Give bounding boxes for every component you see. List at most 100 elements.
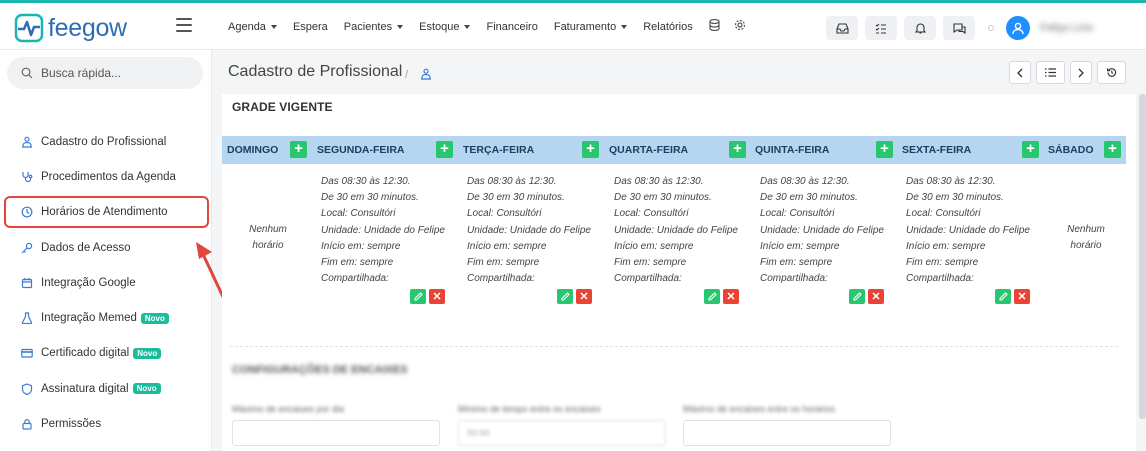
menu-espera[interactable]: Espera	[293, 21, 328, 33]
sidebar-item-google[interactable]: Integração Google	[0, 265, 212, 300]
schedule-grid: DOMINGO + SEGUNDA-FEIRA + TERÇA-FEIRA + …	[222, 136, 1126, 304]
max-encaixes-input[interactable]	[232, 420, 440, 446]
user-network-icon[interactable]	[420, 67, 432, 85]
scrollbar[interactable]	[1139, 94, 1146, 419]
status-dot-icon	[988, 25, 994, 31]
schedule-sexta: Das 08:30 às 12:30. De 30 em 30 minutos.…	[906, 176, 1030, 285]
edit-button[interactable]	[704, 289, 720, 304]
config-section-title: CONFIGURAÇÕES DE ENCAIXES	[232, 364, 408, 376]
actions-segunda: ✕	[410, 289, 448, 304]
delete-button[interactable]: ✕	[1014, 289, 1030, 304]
list-icon	[1045, 68, 1056, 77]
header-actions	[1009, 61, 1131, 84]
add-sabado-button[interactable]: +	[1104, 141, 1121, 158]
menu-agenda[interactable]: Agenda	[228, 21, 277, 33]
gear-icon[interactable]	[734, 19, 746, 34]
user-network-icon	[21, 136, 33, 148]
add-sexta-button[interactable]: +	[1022, 141, 1039, 158]
caret-down-icon	[270, 24, 277, 29]
menu-toggle-icon[interactable]	[176, 18, 192, 32]
delete-button[interactable]: ✕	[723, 289, 739, 304]
list-button[interactable]	[1036, 61, 1065, 84]
checklist-icon	[875, 23, 886, 34]
sidebar-item-memed[interactable]: Integração Memed Novo	[0, 300, 212, 335]
edit-button[interactable]	[410, 289, 426, 304]
schedule-quarta: Das 08:30 às 12:30. De 30 em 30 minutos.…	[614, 176, 738, 285]
chevron-right-icon	[1078, 68, 1084, 77]
user-name[interactable]: Feliyo Lino	[1040, 22, 1093, 34]
add-terca-button[interactable]: +	[582, 141, 599, 158]
inbox-button[interactable]	[826, 16, 858, 40]
add-quarta-button[interactable]: +	[729, 141, 746, 158]
sidebar-item-procedimentos[interactable]: Procedimentos da Agenda	[0, 159, 212, 194]
edit-icon	[413, 292, 423, 301]
sidebar-item-cadastro[interactable]: Cadastro do Profissional	[0, 124, 212, 159]
sidebar-item-assinatura[interactable]: Assinatura digital Novo	[0, 371, 212, 406]
new-badge: Novo	[133, 347, 162, 359]
calendar-icon	[21, 277, 33, 289]
previous-button[interactable]	[1009, 61, 1031, 84]
main-menu: Agenda Espera Pacientes Estoque Financei…	[228, 3, 760, 50]
delete-button[interactable]: ✕	[576, 289, 592, 304]
logo-text: feegow	[48, 13, 127, 42]
chat-button[interactable]	[943, 16, 975, 40]
actions-sexta: ✕	[995, 289, 1033, 304]
sidebar-item-dados-acesso[interactable]: Dados de Acesso	[0, 230, 212, 265]
menu-pacientes[interactable]: Pacientes	[344, 21, 404, 33]
menu-financeiro[interactable]: Financeiro	[486, 21, 537, 33]
edit-button[interactable]	[557, 289, 573, 304]
schedule-card: GRADE VIGENTE DOMINGO + SEGUNDA-FEIRA + …	[222, 94, 1136, 451]
sidebar-item-permissoes[interactable]: Permissões	[0, 406, 212, 441]
day-header-quarta: QUARTA-FEIRA	[609, 144, 689, 156]
add-quinta-button[interactable]: +	[876, 141, 893, 158]
delete-button[interactable]: ✕	[868, 289, 884, 304]
new-badge: Novo	[140, 312, 169, 324]
actions-quarta: ✕	[704, 289, 742, 304]
next-button[interactable]	[1070, 61, 1092, 84]
divider	[230, 346, 1118, 347]
caret-down-icon	[621, 24, 628, 29]
avatar[interactable]	[1006, 16, 1030, 40]
logo[interactable]: feegow	[14, 13, 127, 43]
add-domingo-button[interactable]: +	[290, 141, 307, 158]
history-icon	[1107, 68, 1117, 77]
history-button[interactable]	[1097, 61, 1126, 84]
inbox-icon	[835, 22, 849, 34]
tasks-button[interactable]	[865, 16, 897, 40]
flask-icon	[21, 312, 33, 325]
min-tempo-input[interactable]	[458, 420, 666, 446]
menu-estoque[interactable]: Estoque	[419, 21, 471, 33]
edit-icon	[852, 292, 862, 301]
sidebar-item-certificado[interactable]: Certificado digital Novo	[0, 336, 212, 371]
user-icon	[1012, 22, 1024, 34]
chevron-left-icon	[1017, 68, 1023, 77]
bell-icon	[914, 23, 926, 34]
new-badge: Novo	[132, 383, 161, 395]
search-input[interactable]	[41, 66, 191, 80]
breadcrumb-separator: /	[405, 67, 409, 81]
notifications-button[interactable]	[904, 16, 936, 40]
actions-terca: ✕	[557, 289, 595, 304]
database-icon[interactable]	[709, 18, 720, 34]
actions-quinta: ✕	[849, 289, 887, 304]
quick-search	[7, 57, 203, 89]
menu-relatorios[interactable]: Relatórios	[643, 21, 693, 33]
schedule-segunda: Das 08:30 às 12:30. De 30 em 30 minutos.…	[321, 176, 445, 285]
schedule-terca: Das 08:30 às 12:30. De 30 em 30 minutos.…	[467, 176, 591, 285]
add-segunda-button[interactable]: +	[436, 141, 453, 158]
max-entre-input[interactable]	[683, 420, 891, 446]
section-title: GRADE VIGENTE	[232, 100, 333, 114]
edit-button[interactable]	[995, 289, 1011, 304]
sidebar: Cadastro do Profissional Procedimentos d…	[0, 50, 212, 451]
delete-button[interactable]: ✕	[429, 289, 445, 304]
field-label-max-entre: Máximo de encaixes entre os horários	[683, 404, 836, 414]
day-header-quinta: QUINTA-FEIRA	[755, 144, 830, 156]
schedule-quinta: Das 08:30 às 12:30. De 30 em 30 minutos.…	[760, 176, 884, 285]
top-navbar: feegow Agenda Espera Pacientes Estoque F…	[0, 3, 1146, 50]
page-header: Cadastro de Profissional /	[212, 50, 1146, 95]
stethoscope-icon	[21, 171, 33, 183]
lock-icon	[21, 418, 33, 430]
page-title: Cadastro de Profissional	[228, 63, 403, 80]
menu-faturamento[interactable]: Faturamento	[554, 21, 628, 33]
edit-button[interactable]	[849, 289, 865, 304]
